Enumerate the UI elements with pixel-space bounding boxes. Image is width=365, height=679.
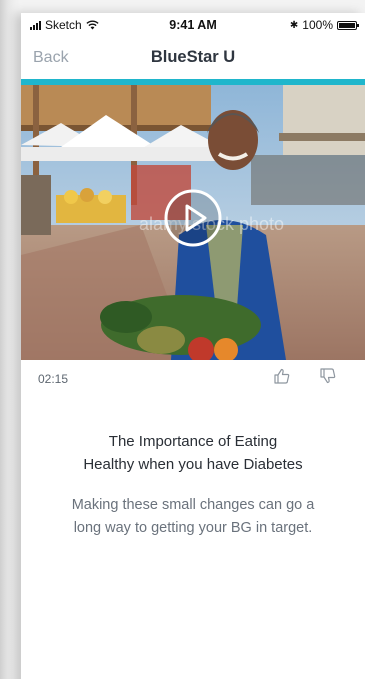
video-player[interactable]: alamy stock photo bbox=[21, 85, 365, 360]
headline-line-1: The Importance of Eating bbox=[108, 433, 278, 450]
phone-screen: Sketch 9:41 AM ✱ 100% Back BlueStar U al… bbox=[21, 13, 365, 679]
battery-percent: 100% bbox=[302, 18, 333, 32]
headline-line-2: Healthy when you have Diabetes bbox=[83, 456, 303, 473]
nav-bar: Back BlueStar U bbox=[21, 37, 365, 77]
article-headline: The Importance of Eating Healthy when yo… bbox=[41, 430, 345, 476]
article-summary: Making these small changes can go a long… bbox=[45, 494, 341, 540]
summary-line-2: long way to getting your BG in target. bbox=[73, 520, 313, 536]
page-title: BlueStar U bbox=[150, 48, 236, 66]
status-bar: Sketch 9:41 AM ✱ 100% bbox=[21, 13, 365, 37]
bluetooth-icon: ✱ bbox=[289, 19, 299, 31]
battery-icon bbox=[337, 20, 359, 30]
play-icon[interactable] bbox=[164, 189, 222, 247]
thumbs-down-icon[interactable] bbox=[319, 367, 337, 385]
status-right: ✱ 100% bbox=[289, 18, 359, 32]
summary-line-1: Making these small changes can go a bbox=[71, 497, 315, 513]
screen-backdrop: Sketch 9:41 AM ✱ 100% Back BlueStar U al… bbox=[0, 0, 365, 679]
thumbs-up-icon[interactable] bbox=[273, 367, 291, 385]
video-duration: 02:15 bbox=[38, 372, 69, 386]
